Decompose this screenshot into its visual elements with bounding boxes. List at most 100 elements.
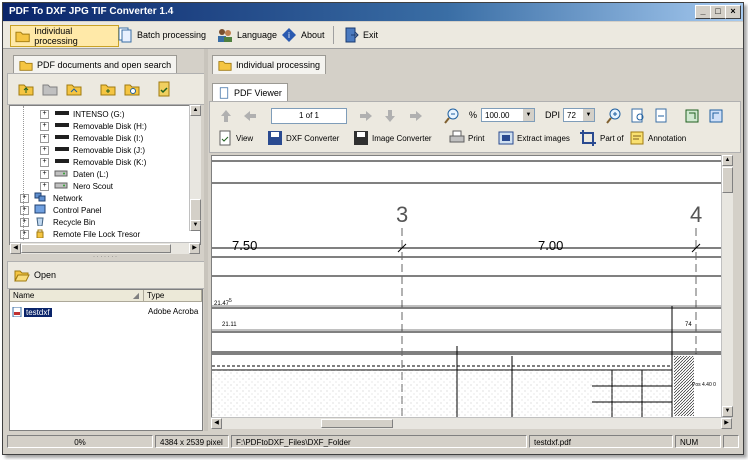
dimension-label: 7.50 (232, 238, 258, 253)
column-header-type[interactable]: Type (144, 290, 202, 302)
cad-drawing (212, 160, 722, 418)
exit-button[interactable]: Exit (339, 25, 382, 45)
tab-individual-processing[interactable]: Individual processing (212, 55, 327, 74)
tree-item[interactable]: + Nero Scout (40, 180, 113, 192)
tree-item[interactable]: + INTENSO (G:) (40, 108, 125, 120)
extract-images-button[interactable]: Extract images (498, 129, 570, 147)
crop-icon (580, 130, 596, 146)
folder-up-icon[interactable] (18, 81, 34, 97)
expand-icon[interactable]: + (40, 133, 49, 143)
last-page-icon[interactable] (407, 107, 425, 125)
new-folder-icon[interactable] (100, 81, 116, 97)
chevron-down-icon[interactable]: ▼ (523, 109, 534, 121)
tree-item[interactable]: + Removable Disk (J:) (40, 144, 145, 156)
expand-icon[interactable]: + (40, 157, 49, 167)
status-num-lock: NUM (675, 435, 721, 448)
open-button[interactable]: Open (14, 267, 56, 283)
minimize-button[interactable]: _ (695, 5, 711, 19)
folder-back-icon[interactable] (42, 81, 58, 97)
fit-page-icon[interactable] (629, 107, 647, 125)
tree-item[interactable]: + Recycle Bin (20, 216, 95, 228)
rotate-left-icon[interactable] (683, 107, 701, 125)
sort-arrow-icon: ◢ (132, 291, 139, 300)
tree-vertical-scrollbar[interactable]: ▲ ▼ (189, 105, 201, 231)
expand-icon[interactable]: + (40, 121, 49, 131)
about-button[interactable]: i About (277, 25, 329, 45)
maximize-button[interactable]: □ (710, 5, 726, 19)
about-label: About (301, 30, 325, 40)
toolbar-separator (333, 26, 334, 44)
zoom-select[interactable]: 100.00 ▼ (481, 108, 535, 122)
scroll-down-button[interactable]: ▼ (722, 406, 733, 417)
close-button[interactable]: × (725, 5, 741, 19)
fit-width-icon[interactable] (653, 107, 671, 125)
tree-item[interactable]: + Removable Disk (K:) (40, 156, 146, 168)
expand-icon[interactable]: + (20, 229, 29, 239)
tree-item-label: Removable Disk (I:) (73, 133, 144, 143)
document-check-icon[interactable] (156, 81, 172, 97)
tab-pdf-documents[interactable]: PDF documents and open search (13, 55, 178, 74)
next-page-icon[interactable] (357, 107, 375, 125)
tree-item-label: Daten (L:) (73, 169, 109, 179)
tree-item[interactable]: + Removable Disk (H:) (40, 120, 147, 132)
expand-icon[interactable]: + (40, 145, 49, 155)
pdf-viewer-canvas[interactable]: 3 4 7.50 7.00 21.475 21.11 74 Pos 4.40 0 (211, 155, 723, 419)
tree-connector-line (23, 106, 24, 240)
individual-processing-button[interactable]: Individual processing (10, 25, 119, 47)
zoom-out-icon[interactable] (443, 107, 461, 125)
open-toolbar: Open (7, 261, 205, 289)
chevron-down-icon[interactable]: ▼ (583, 109, 594, 121)
scroll-left-button[interactable]: ◀ (211, 418, 222, 429)
network-icon (34, 192, 46, 202)
column-header-name[interactable]: Name ◢ (10, 290, 144, 302)
tree-item[interactable]: + Daten (L:) (40, 168, 109, 180)
tree-item[interactable]: + Network (20, 192, 82, 204)
zoom-in-icon[interactable] (605, 107, 623, 125)
dpi-value: 72 (567, 111, 576, 120)
print-button[interactable]: Print (449, 129, 484, 147)
dpi-select[interactable]: 72 ▼ (563, 108, 595, 122)
scroll-right-button[interactable]: ▶ (189, 243, 200, 254)
file-row[interactable]: testdxf (12, 306, 52, 318)
scroll-right-button[interactable]: ▶ (721, 418, 732, 429)
scroll-down-button[interactable]: ▼ (190, 220, 201, 231)
down-page-icon[interactable] (381, 107, 399, 125)
expand-icon[interactable]: + (20, 217, 29, 227)
page-number-input[interactable]: 1 of 1 (271, 108, 347, 124)
vertical-splitter[interactable] (204, 49, 208, 431)
image-converter-button[interactable]: Image Converter (353, 129, 432, 147)
expand-icon[interactable]: + (20, 193, 29, 203)
scroll-left-button[interactable]: ◀ (10, 243, 21, 254)
scroll-up-button[interactable]: ▲ (722, 155, 733, 166)
tree-horizontal-scrollbar[interactable]: ◀ ▶ (10, 242, 200, 254)
tree-item[interactable]: + Removable Disk (I:) (40, 132, 143, 144)
tab-pdf-viewer[interactable]: PDF Viewer (212, 83, 288, 102)
viewer-hscroll-thumb[interactable] (321, 419, 393, 428)
folder-icon (15, 31, 30, 43)
tree-item[interactable]: + Control Panel (20, 204, 101, 216)
expand-icon[interactable]: + (40, 109, 49, 119)
folder-search-icon[interactable] (124, 81, 140, 97)
annotation-button[interactable]: Annotation (629, 129, 686, 147)
dxf-converter-button[interactable]: DXF Converter (267, 129, 339, 147)
batch-processing-button[interactable]: Batch processing (113, 25, 210, 45)
view-button[interactable]: View (217, 129, 253, 147)
rotate-right-icon[interactable] (707, 107, 725, 125)
expand-icon[interactable]: + (40, 181, 49, 191)
viewer-vertical-scrollbar[interactable]: ▲ ▼ (721, 155, 733, 417)
tree-scroll-thumb[interactable] (190, 199, 201, 221)
scroll-up-button[interactable]: ▲ (190, 105, 201, 116)
first-page-icon[interactable] (217, 107, 235, 125)
folder-home-icon[interactable] (66, 81, 82, 97)
splitter-handle[interactable]: · · · · · · · (7, 254, 203, 260)
expand-icon[interactable]: + (20, 205, 29, 215)
part-of-button[interactable]: Part of (579, 129, 624, 147)
expand-icon[interactable]: + (40, 169, 49, 179)
language-button[interactable]: Language (213, 25, 281, 45)
tree-item[interactable]: + Remote File Lock Tresor (20, 228, 140, 240)
viewer-vscroll-thumb[interactable] (722, 167, 733, 193)
previous-page-icon[interactable] (241, 107, 259, 125)
viewer-horizontal-scrollbar[interactable]: ◀ ▶ (211, 417, 732, 429)
tree-hscroll-thumb[interactable] (21, 244, 171, 253)
column-marker-4: 4 (690, 202, 703, 227)
